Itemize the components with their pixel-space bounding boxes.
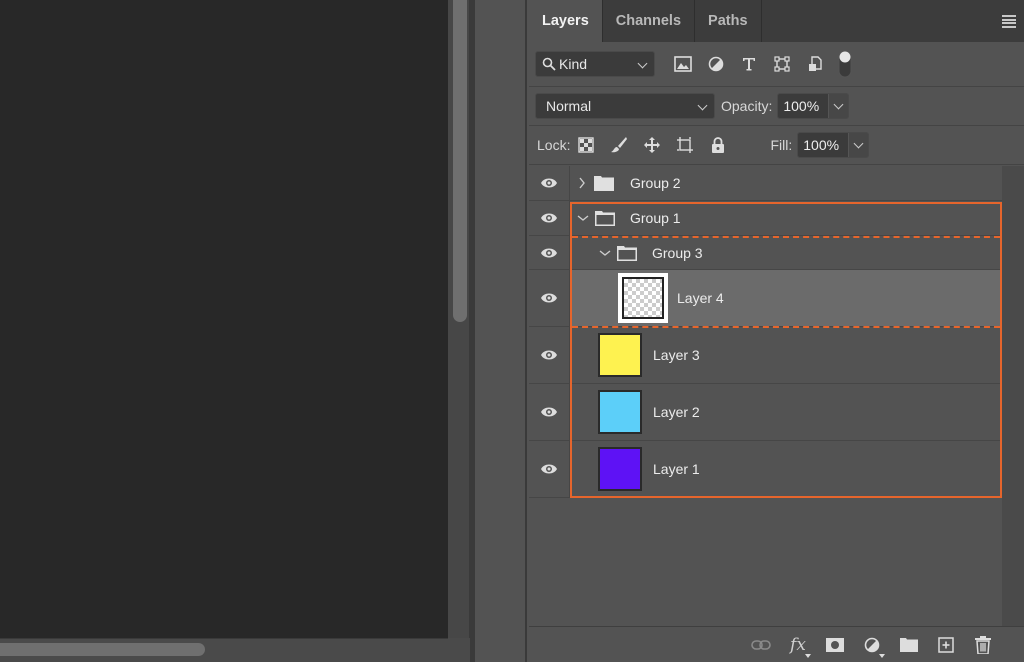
- add-mask-icon[interactable]: [824, 634, 846, 656]
- layers-scrollbar[interactable]: [1002, 166, 1024, 626]
- visibility-eye-icon[interactable]: [529, 327, 570, 383]
- visibility-eye-icon[interactable]: [529, 441, 570, 497]
- blend-mode-value: Normal: [546, 98, 592, 114]
- filter-kind-label: Kind: [559, 56, 588, 72]
- fill-value[interactable]: 100%: [798, 133, 849, 157]
- photoshop-window: Layers Channels Paths Kind Normal Opacit…: [0, 0, 1024, 662]
- visibility-eye-icon[interactable]: [529, 236, 570, 269]
- shape-filter-icon[interactable]: [772, 54, 792, 74]
- layer-name: Group 3: [652, 244, 703, 261]
- layer-name: Layer 3: [653, 347, 700, 363]
- fill-dropdown[interactable]: [848, 133, 869, 157]
- opacity-label: Opacity:: [721, 98, 773, 114]
- folder-icon: [594, 176, 614, 191]
- panel-footer: fx: [529, 626, 1024, 662]
- layers-panel: Layers Channels Paths Kind Normal Opacit…: [529, 0, 1024, 662]
- visibility-eye-icon[interactable]: [529, 201, 570, 235]
- lock-label: Lock:: [537, 137, 571, 153]
- visibility-eye-icon[interactable]: [529, 384, 570, 440]
- adjustment-layer-icon[interactable]: [861, 634, 885, 658]
- delete-icon[interactable]: [972, 634, 994, 656]
- chevron-right-icon[interactable]: [578, 177, 586, 189]
- layer-thumbnail-transparent: [618, 273, 668, 323]
- lock-transparent-icon[interactable]: [576, 135, 596, 155]
- filter-kind-select[interactable]: Kind: [535, 51, 655, 77]
- adjustment-filter-icon[interactable]: [706, 54, 726, 74]
- fill-field[interactable]: 100%: [797, 132, 870, 158]
- layer-row-group-3[interactable]: Group 3: [529, 236, 1002, 270]
- type-filter-icon[interactable]: [739, 54, 759, 74]
- panel-menu-icon[interactable]: [1002, 15, 1016, 28]
- search-icon: [542, 57, 556, 71]
- canvas-area[interactable]: [0, 0, 448, 638]
- layer-name: Layer 1: [653, 461, 700, 477]
- tab-layers[interactable]: Layers: [529, 0, 603, 42]
- new-layer-icon[interactable]: [935, 634, 957, 656]
- folder-open-icon: [595, 211, 615, 226]
- layer-row-layer-2[interactable]: Layer 2: [529, 384, 1002, 441]
- layer-row-group-2[interactable]: Group 2: [529, 166, 1002, 201]
- blend-mode-select[interactable]: Normal: [535, 93, 715, 119]
- new-group-icon[interactable]: [898, 634, 920, 656]
- tab-paths[interactable]: Paths: [695, 0, 762, 42]
- filter-toggle[interactable]: [835, 50, 855, 78]
- vertical-scroll-thumb[interactable]: [453, 0, 467, 322]
- layer-row-group-1[interactable]: Group 1: [529, 201, 1002, 236]
- horizontal-scroll-thumb[interactable]: [0, 643, 205, 656]
- lock-row: Lock: Fill: 100%: [529, 126, 1024, 165]
- visibility-eye-icon[interactable]: [529, 270, 570, 326]
- lock-position-move-icon[interactable]: [642, 135, 662, 155]
- lock-all-icon[interactable]: [708, 135, 728, 155]
- visibility-eye-icon[interactable]: [529, 166, 570, 200]
- tab-channels[interactable]: Channels: [603, 0, 696, 42]
- folder-open-icon: [617, 245, 637, 261]
- opacity-dropdown[interactable]: [828, 94, 849, 118]
- layer-name: Layer 4: [677, 290, 724, 306]
- layer-thumbnail: [598, 447, 642, 491]
- lock-pixels-brush-icon[interactable]: [609, 135, 629, 155]
- panel-tabs: Layers Channels Paths: [529, 0, 1024, 42]
- link-layers-icon[interactable]: [750, 634, 772, 656]
- layer-name: Layer 2: [653, 404, 700, 420]
- blend-row: Normal Opacity: 100%: [529, 87, 1024, 126]
- layer-name: Group 2: [630, 175, 681, 191]
- opacity-value[interactable]: 100%: [778, 94, 829, 118]
- chevron-down-icon[interactable]: [599, 249, 611, 257]
- layer-thumbnail: [598, 333, 642, 377]
- smart-object-filter-icon[interactable]: [805, 54, 825, 74]
- chevron-down-icon[interactable]: [577, 214, 589, 222]
- layers-list: Group 2 Group 1 Group 3 Layer 4 Layer 3 …: [529, 166, 1002, 498]
- image-filter-icon[interactable]: [673, 54, 693, 74]
- layer-name: Group 1: [630, 210, 681, 226]
- layer-thumbnail: [598, 390, 642, 434]
- layer-row-layer-4[interactable]: Layer 4: [529, 270, 1002, 327]
- layer-row-layer-3[interactable]: Layer 3: [529, 327, 1002, 384]
- opacity-field[interactable]: 100%: [777, 93, 850, 119]
- layer-row-layer-1[interactable]: Layer 1: [529, 441, 1002, 498]
- fx-icon[interactable]: fx: [787, 634, 811, 658]
- collapsed-dock: [475, 0, 527, 662]
- fill-label: Fill:: [770, 137, 793, 153]
- scroll-corner: [448, 638, 470, 662]
- lock-artboard-icon[interactable]: [675, 135, 695, 155]
- filter-row: Kind: [529, 42, 1024, 87]
